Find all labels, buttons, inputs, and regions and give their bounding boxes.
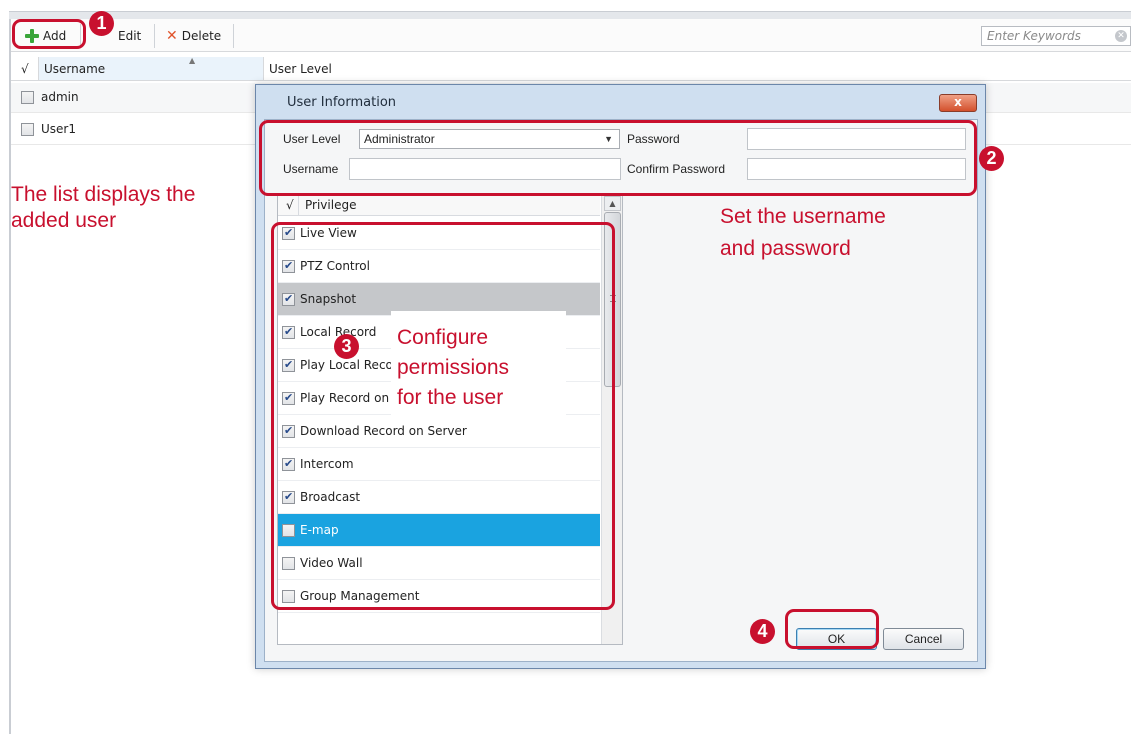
confirm-password-label: Confirm Password (627, 162, 726, 176)
username-field[interactable] (349, 158, 621, 180)
privilege-checkbox[interactable] (282, 358, 295, 372)
row-checkbox[interactable] (21, 123, 34, 136)
privilege-list-header: √ Privilege (278, 194, 600, 216)
scroll-up-arrow-icon[interactable]: ▲ (604, 196, 621, 211)
privilege-checkbox[interactable] (282, 292, 295, 306)
scrollbar-thumb[interactable] (604, 212, 621, 387)
privilege-checkbox[interactable] (282, 325, 295, 339)
list-annotation-line2: added user (11, 209, 117, 232)
privilege-item-video-wall[interactable]: Video Wall (278, 547, 600, 580)
add-button-label: Add (43, 29, 67, 43)
credentials-annotation-line2: and password (720, 237, 851, 260)
cancel-button[interactable]: Cancel (883, 628, 964, 650)
add-button[interactable]: Add (25, 26, 66, 46)
column-header-username[interactable]: ▲ Username (38, 56, 264, 80)
privilege-item-intercom[interactable]: Intercom (278, 448, 600, 481)
step-marker-2: 2 (979, 146, 1004, 171)
delete-x-icon: ✕ (166, 28, 178, 44)
user-row-username: admin (41, 90, 79, 104)
step-marker-1: 1 (89, 11, 114, 36)
step-marker-4: 4 (750, 619, 775, 644)
privilege-checkbox[interactable] (282, 259, 295, 273)
user-information-dialog: User Information x User Level Administra… (255, 84, 986, 669)
privilege-item-broadcast[interactable]: Broadcast (278, 481, 600, 514)
privilege-checkbox[interactable] (282, 490, 295, 504)
privilege-label: E-map (300, 523, 339, 537)
password-field[interactable] (747, 128, 966, 150)
search-input[interactable] (981, 26, 1131, 46)
toolbar-divider (154, 24, 155, 48)
dropdown-arrow-icon: ▼ (604, 134, 613, 144)
privilege-label: Play Local Record (300, 358, 406, 372)
privilege-item-group-management[interactable]: Group Management (278, 580, 600, 613)
privilege-header-label: Privilege (298, 194, 362, 215)
privilege-header-check[interactable]: √ (286, 198, 294, 212)
edit-button-label: Edit (118, 29, 142, 43)
column-header-user-level[interactable]: User Level (269, 62, 332, 76)
edit-button[interactable]: Edit (118, 26, 141, 46)
privilege-scrollbar[interactable]: ▲ (601, 194, 622, 644)
privilege-item-e-map[interactable]: E-map (278, 514, 600, 547)
ok-button[interactable]: OK (796, 628, 877, 650)
privilege-checkbox[interactable] (282, 457, 295, 471)
privilege-item-live-view[interactable]: Live View (278, 217, 600, 250)
privilege-checkbox[interactable] (282, 524, 295, 537)
privilege-checkbox[interactable] (282, 590, 295, 603)
user-row-username: User1 (41, 122, 76, 136)
privilege-label: Group Management (300, 589, 420, 603)
privilege-label: PTZ Control (300, 259, 370, 273)
privilege-item-download-record-on-server[interactable]: Download Record on Server (278, 415, 600, 448)
privilege-label: Snapshot (300, 292, 357, 306)
user-level-label: User Level (283, 132, 341, 146)
dialog-body: User Level Administrator ▼ Password User… (264, 119, 978, 662)
step-marker-3: 3 (334, 334, 359, 359)
dialog-close-button[interactable]: x (939, 94, 977, 112)
row-checkbox[interactable] (21, 91, 34, 104)
privilege-checkbox[interactable] (282, 226, 295, 240)
column-header-username-label: Username (44, 62, 106, 76)
scrollbar-grip-icon (610, 295, 616, 302)
username-label: Username (283, 162, 339, 176)
permissions-annotation: Configure permissions for the user (397, 325, 509, 411)
privilege-label: Intercom (300, 457, 354, 471)
sort-ascending-icon: ▲ (189, 56, 196, 65)
toolbar: Add Edit ✕ Delete (11, 19, 1131, 52)
privilege-item-ptz-control[interactable]: PTZ Control (278, 250, 600, 283)
credentials-annotation-line1: Set the username (720, 205, 886, 228)
window-top-strip (9, 11, 1131, 19)
toolbar-divider (80, 24, 81, 48)
dialog-title: User Information (287, 95, 397, 110)
clear-search-icon[interactable]: ✕ (1115, 30, 1127, 42)
privilege-label: Live View (300, 226, 357, 240)
toolbar-divider (233, 24, 234, 48)
privilege-checkbox[interactable] (282, 557, 295, 570)
user-level-select[interactable]: Administrator ▼ (359, 129, 620, 149)
privilege-checkbox[interactable] (282, 424, 295, 438)
list-annotation-line1: The list displays the (11, 183, 196, 206)
permissions-annotation-line1: Configure (397, 326, 489, 349)
user-list-header: √ ▲ Username User Level (11, 56, 1131, 81)
privilege-checkbox[interactable] (282, 391, 295, 405)
privilege-label: Video Wall (300, 556, 363, 570)
confirm-password-field[interactable] (747, 158, 966, 180)
list-annotation: The list displays the added user (11, 182, 195, 234)
column-header-check[interactable]: √ (21, 62, 29, 76)
privilege-label: Download Record on Server (300, 424, 467, 438)
permissions-annotation-line3: for the user (397, 386, 504, 409)
delete-button-label: Delete (181, 29, 222, 43)
permissions-annotation-line2: permissions (397, 356, 510, 379)
privilege-list: √ Privilege Live View PTZ Control Snapsh… (277, 193, 623, 645)
user-level-selected-value: Administrator (364, 132, 435, 146)
privilege-label: Broadcast (300, 490, 361, 504)
plus-icon (25, 29, 39, 43)
delete-button[interactable]: ✕ Delete (166, 26, 221, 46)
credentials-annotation: Set the username and password (720, 204, 886, 262)
password-label: Password (627, 132, 680, 146)
